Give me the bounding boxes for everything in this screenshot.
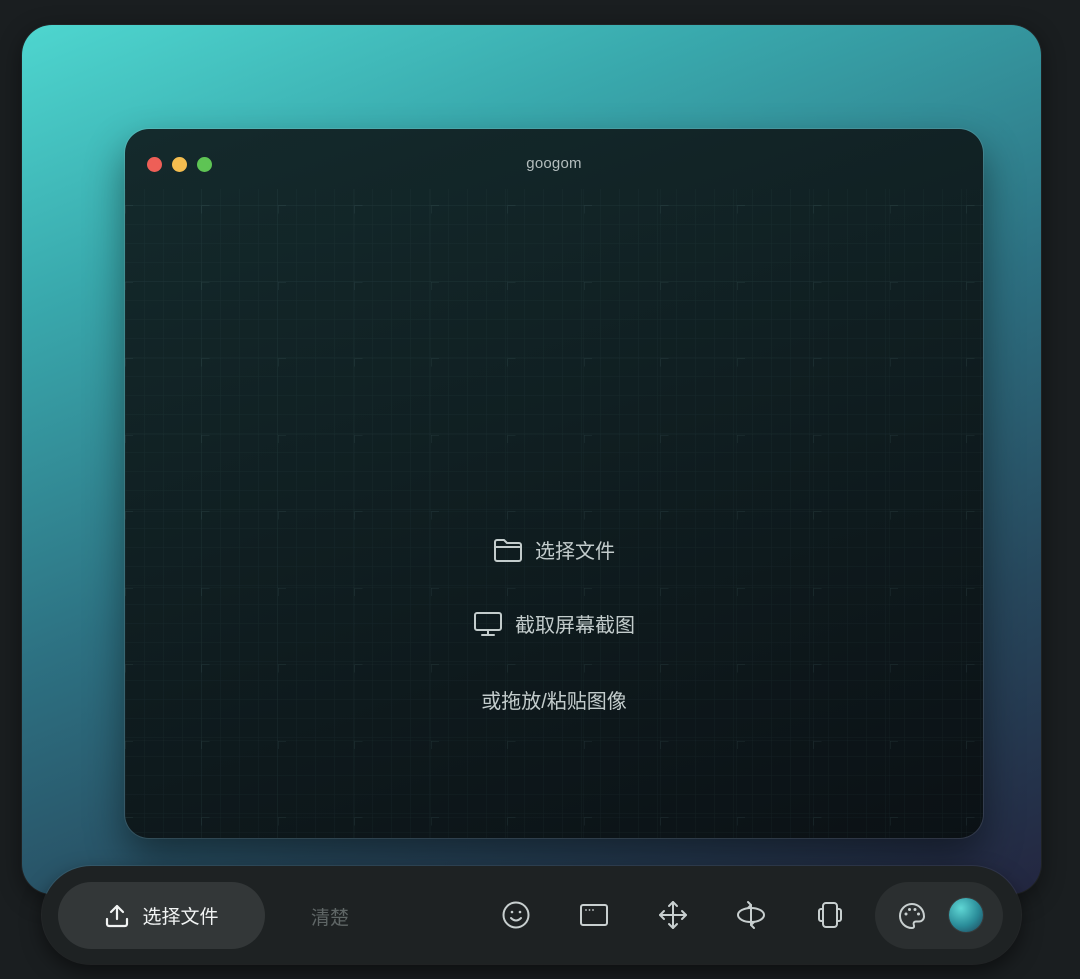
mock-window: googom 选择文件 截取屏幕截图 或拖放/粘贴图像 [125,129,983,838]
capture-screenshot-option[interactable]: 截取屏幕截图 [125,609,983,638]
rotate-icon [737,901,765,929]
capture-screenshot-label: 截取屏幕截图 [515,615,635,637]
smiley-icon [502,901,530,929]
choose-file-option[interactable]: 选择文件 [125,535,983,564]
window-frame-button[interactable] [577,898,611,932]
folder-icon [494,538,522,562]
upload-icon [106,904,129,927]
palette-icon [899,903,925,929]
window-title: googom [526,155,582,172]
layers-button[interactable] [813,898,847,932]
bottom-toolbar: 选择文件 清楚 [42,866,1021,964]
drag-paste-label: 或拖放/粘贴图像 [481,691,627,713]
browser-frame-icon [580,904,608,926]
clear-button[interactable]: 清楚 [292,903,368,930]
palette-button[interactable] [895,899,929,933]
layers-icon [818,902,842,928]
upload-file-button[interactable]: 选择文件 [58,882,265,949]
grid-pattern [125,189,983,838]
choose-file-label: 选择文件 [535,541,615,563]
theme-group [875,882,1003,949]
window-titlebar: googom [125,129,983,199]
move-button[interactable] [656,898,690,932]
rotate-button[interactable] [734,898,768,932]
background-canvas: googom 选择文件 截取屏幕截图 或拖放/粘贴图像 [22,25,1041,894]
active-color-swatch[interactable] [949,898,983,932]
drag-paste-hint: 或拖放/粘贴图像 [125,685,983,714]
sticker-button[interactable] [499,898,533,932]
upload-file-label: 选择文件 [142,907,219,928]
monitor-icon [474,611,502,636]
move-icon [659,901,687,929]
